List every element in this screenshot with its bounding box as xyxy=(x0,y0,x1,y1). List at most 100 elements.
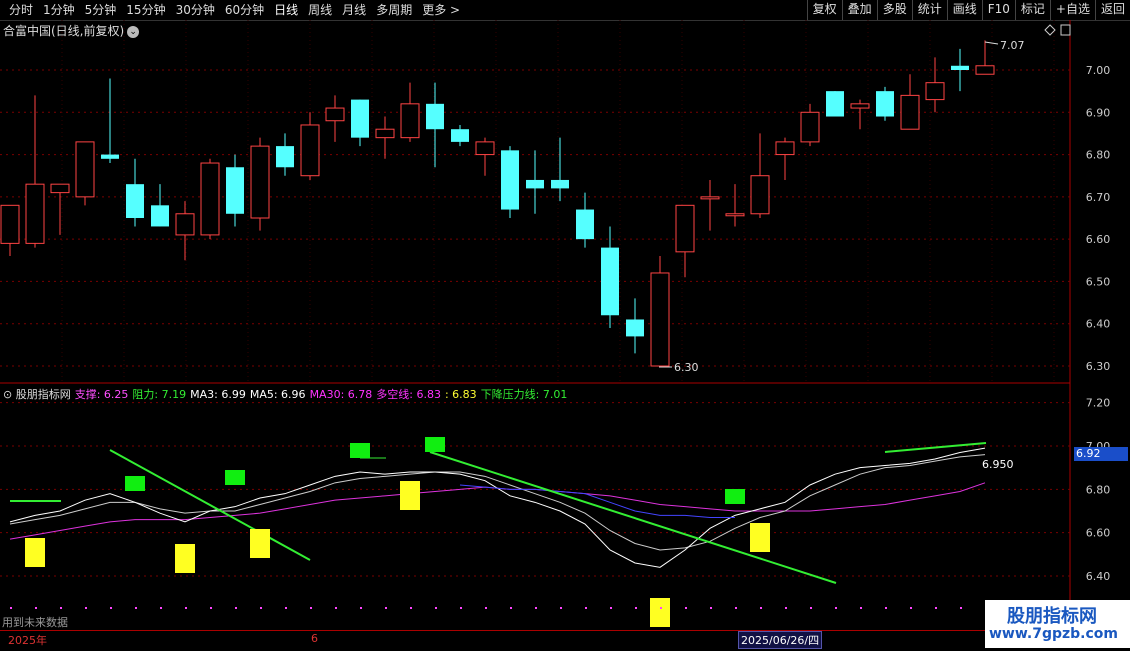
candle-body xyxy=(876,91,894,117)
baseline-dot xyxy=(835,607,837,609)
baseline-dot xyxy=(335,607,337,609)
month-label: 6 xyxy=(311,632,318,645)
candle-body xyxy=(576,209,594,240)
watermark-logo: 股朋指标网 www.7gpzb.com xyxy=(985,600,1130,648)
baseline-dot xyxy=(435,607,437,609)
baseline-dot xyxy=(910,607,912,609)
baseline-dot xyxy=(610,607,612,609)
baseline-dot xyxy=(360,607,362,609)
y-tick-label: 6.80 xyxy=(1086,149,1111,162)
candle-body xyxy=(900,94,920,130)
ind-y-tick-label: 7.20 xyxy=(1086,397,1111,410)
candle-body xyxy=(925,82,945,101)
candle-body xyxy=(351,99,369,138)
yellow-signal-block xyxy=(400,481,420,510)
candle-body xyxy=(601,247,619,316)
candle-body xyxy=(951,65,969,70)
candle-body xyxy=(226,167,244,214)
baseline-dot xyxy=(385,607,387,609)
candle-body xyxy=(75,141,95,198)
cursor-date: 2025/06/26/四 xyxy=(738,631,823,649)
logo-url: www.7gpzb.com xyxy=(989,626,1119,642)
descending-trend-line-2 xyxy=(429,451,837,584)
yellow-signal-block xyxy=(175,544,195,573)
indicator-value-5: 多空线: 6.83 xyxy=(376,388,441,401)
baseline-dot xyxy=(535,607,537,609)
indicator-value-0: 支撑: 6.25 xyxy=(74,388,129,401)
green-signal-block xyxy=(350,443,370,458)
future-data-note: 用到未来数据 xyxy=(2,616,68,629)
ma5-line xyxy=(9,454,986,551)
candle-body xyxy=(126,184,144,218)
candle-body xyxy=(276,146,294,168)
y-tick-label: 6.50 xyxy=(1086,275,1111,288)
baseline-dot xyxy=(460,607,462,609)
candle-body xyxy=(325,107,345,122)
time-axis: 2025年 6 xyxy=(0,630,985,651)
baseline-dot xyxy=(760,607,762,609)
baseline-dot xyxy=(710,607,712,609)
candle-body xyxy=(250,145,270,219)
candle-body xyxy=(700,196,720,200)
candle-body xyxy=(675,204,695,253)
baseline-dot xyxy=(810,607,812,609)
candle-body xyxy=(50,183,70,194)
yellow-signal-block xyxy=(750,523,770,552)
baseline-dot xyxy=(285,607,287,609)
candle-body xyxy=(826,91,844,117)
indicator-value-4: MA30: 6.78 xyxy=(309,388,373,401)
baseline-dot xyxy=(35,607,37,609)
baseline-dot xyxy=(10,607,12,609)
baseline-dot xyxy=(210,607,212,609)
yellow-signal-block xyxy=(25,538,45,567)
green-signal-block xyxy=(125,476,145,491)
indicator-value-7: 下降压力线: 7.01 xyxy=(480,388,568,401)
baseline-dot xyxy=(885,607,887,609)
y-tick-label: 7.00 xyxy=(1086,64,1111,77)
ind-y-tick-label: 6.60 xyxy=(1086,527,1111,540)
high-marker xyxy=(984,41,999,45)
baseline-dot xyxy=(410,607,412,609)
green-signal-block xyxy=(425,437,445,452)
baseline-dot xyxy=(685,607,687,609)
candle-body xyxy=(800,111,820,143)
current-price-tag: 6.92 xyxy=(1074,447,1128,461)
baseline-dot xyxy=(260,607,262,609)
candle-body xyxy=(300,124,320,177)
baseline-dot xyxy=(785,607,787,609)
green-signal-block xyxy=(725,489,745,504)
candle-body xyxy=(426,103,444,130)
candle-body xyxy=(400,103,420,139)
candle-body xyxy=(750,175,770,215)
candle-body xyxy=(175,213,195,236)
baseline-dot xyxy=(860,607,862,609)
high-price-label: 7.07 xyxy=(1000,39,1025,52)
diamond-icon xyxy=(1044,24,1056,36)
indicator-value-label: 6.950 xyxy=(982,458,1014,471)
baseline-dot xyxy=(85,607,87,609)
candle-body xyxy=(0,204,20,244)
yellow-signal-block xyxy=(250,529,270,558)
y-tick-label: 6.30 xyxy=(1086,360,1111,373)
candle-body xyxy=(775,141,795,156)
baseline-dot xyxy=(60,607,62,609)
baseline-dot xyxy=(135,607,137,609)
candle-body xyxy=(151,205,169,227)
year-label: 2025年 xyxy=(8,634,47,647)
candle-body xyxy=(650,272,670,367)
y-tick-label: 6.40 xyxy=(1086,318,1111,331)
candle-body xyxy=(850,103,870,109)
yellow-signal-block xyxy=(650,598,670,627)
candle-body xyxy=(501,150,519,210)
candle-body xyxy=(25,183,45,244)
bull-bear-blue-line xyxy=(459,484,735,518)
ind-y-tick-label: 6.80 xyxy=(1086,483,1111,496)
baseline-dot xyxy=(185,607,187,609)
baseline-dot xyxy=(960,607,962,609)
indicator-name[interactable]: ⊙ 股朋指标网 xyxy=(3,388,71,401)
y-tick-label: 6.60 xyxy=(1086,233,1111,246)
candle-body xyxy=(451,129,469,142)
panel-toggle-icon xyxy=(1060,24,1071,36)
chart-canvas: 7.00 6.90 6.80 6.70 6.60 6.50 6.40 6.30 7.07 6.30… xyxy=(0,20,1111,630)
baseline-dot xyxy=(160,607,162,609)
